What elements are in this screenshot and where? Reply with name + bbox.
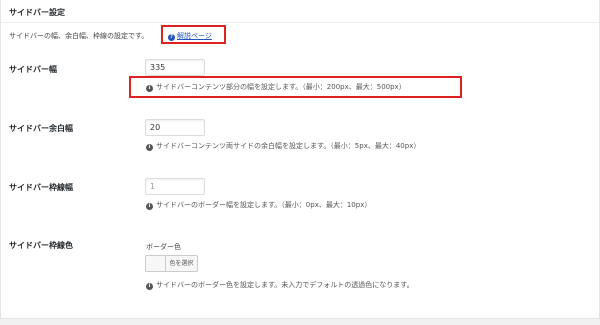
sidebar-padding-hint: i サイドバーコンテンツ両サイドの余白幅を設定します。（最小：5px、最大：40p… <box>146 141 420 151</box>
help-link-label: 解説ページ <box>177 32 212 40</box>
sidebar-border-width-input[interactable]: 1 <box>145 178 205 195</box>
border-color-sub-label: ボーダー色 <box>146 243 181 251</box>
sidebar-width-input[interactable]: 335 <box>145 59 205 76</box>
sidebar-padding-input[interactable]: 20 <box>145 119 205 136</box>
sidebar-border-color-hint: i サイドバーのボーダー色を設定します。未入力でデフォルトの透過色になります。 <box>146 280 414 290</box>
sidebar-padding-label: サイドバー余白幅 <box>9 124 73 133</box>
info-circle-icon: i <box>146 85 153 92</box>
sidebar-border-color-hint-text: サイドバーのボーダー色を設定します。未入力でデフォルトの透過色になります。 <box>156 281 414 289</box>
info-circle-icon: i <box>146 283 153 290</box>
sidebar-width-label: サイドバー幅 <box>9 65 57 74</box>
info-circle-icon: i <box>146 203 153 210</box>
sidebar-padding-hint-text: サイドバーコンテンツ両サイドの余白幅を設定します。（最小：5px、最大：40px… <box>156 142 421 150</box>
select-color-button-label: 色を選択 <box>169 260 194 267</box>
sidebar-width-hint: i サイドバーコンテンツ部分の幅を設定します。（最小：200px、最大：500px… <box>146 82 406 92</box>
sidebar-border-width-hint: i サイドバーのボーダー幅を設定します。（最小：0px、最大：10px） <box>146 200 371 210</box>
question-circle-icon: ? <box>168 34 175 41</box>
sidebar-border-width-label: サイドバー枠線幅 <box>9 183 73 192</box>
settings-panel: サイドバー設定 サイドバーの幅、余白幅、枠線の設定です。 ? 解説ページ サイドバ… <box>0 0 600 319</box>
section-description: サイドバーの幅、余白幅、枠線の設定です。 <box>9 32 149 40</box>
section-title: サイドバー設定 <box>9 8 65 17</box>
color-swatch <box>146 256 166 271</box>
sidebar-border-color-label: サイドバー枠線色 <box>9 241 73 250</box>
help-page-link[interactable]: ? 解説ページ <box>168 31 212 41</box>
sidebar-width-hint-text: サイドバーコンテンツ部分の幅を設定します。（最小：200px、最大：500px） <box>156 83 406 91</box>
header-divider <box>1 22 599 23</box>
info-circle-icon: i <box>146 144 153 151</box>
sidebar-border-width-hint-text: サイドバーのボーダー幅を設定します。（最小：0px、最大：10px） <box>156 201 372 209</box>
select-color-button[interactable]: 色を選択 <box>145 255 198 272</box>
